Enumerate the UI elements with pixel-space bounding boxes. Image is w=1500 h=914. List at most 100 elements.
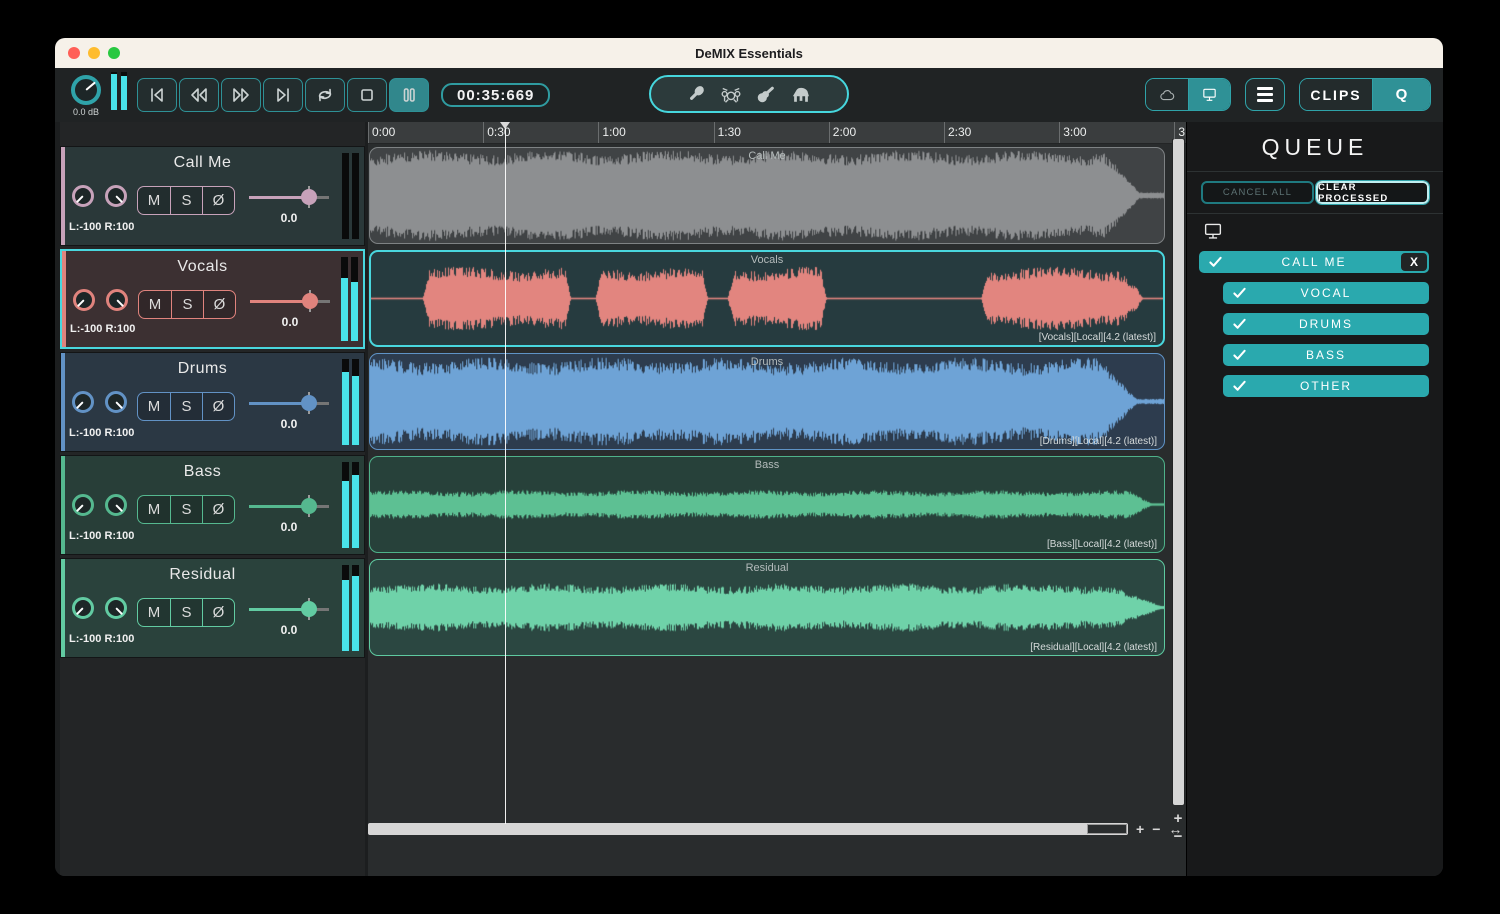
track-header[interactable]: Drums L:-100 R:100 M S Ø 0.0 — [60, 352, 365, 452]
mute-button[interactable]: M — [138, 599, 170, 626]
cloud-icon — [1160, 89, 1175, 100]
waveform-canvas[interactable] — [370, 560, 1164, 655]
queue-stem-row[interactable]: BASS — [1223, 344, 1429, 366]
loop-button[interactable] — [305, 78, 345, 112]
track-header[interactable]: Vocals L:-100 R:100 M S Ø 0.0 — [60, 249, 365, 349]
pan-right-knob[interactable] — [106, 289, 128, 311]
track-header[interactable]: Bass L:-100 R:100 M S Ø 0.0 — [60, 455, 365, 555]
knob-pointer — [85, 81, 96, 91]
skip-start-icon — [151, 88, 163, 102]
audio-clip[interactable]: Drums [Drums][Local][4.2 (latest)] — [369, 353, 1165, 450]
pan-right-knob[interactable] — [105, 391, 127, 413]
mute-button[interactable]: M — [138, 187, 170, 214]
check-icon — [1233, 287, 1246, 298]
clips-tab[interactable]: CLIPS — [1300, 79, 1372, 110]
volume-slider-handle[interactable] — [301, 395, 317, 411]
clip-lane-stack: Call Me Vocals [Vocals][Local][4.2 (late… — [368, 146, 1186, 661]
cancel-all-button[interactable]: CANCEL ALL — [1201, 181, 1314, 204]
track-header[interactable]: Residual L:-100 R:100 M S Ø 0.0 — [60, 558, 365, 658]
volume-slider[interactable] — [249, 392, 329, 414]
pan-left-knob[interactable] — [72, 391, 94, 413]
local-mode-button[interactable] — [1188, 79, 1230, 110]
audio-clip[interactable]: Vocals [Vocals][Local][4.2 (latest)] — [369, 250, 1165, 347]
vertical-scrollbar[interactable] — [1172, 139, 1185, 805]
ruler-tick-label: 3 — [1178, 125, 1186, 139]
volume-slider[interactable] — [250, 290, 330, 312]
close-window-button[interactable] — [68, 47, 80, 59]
pan-right-knob[interactable] — [105, 494, 127, 516]
horizontal-fit-button[interactable]: ↔ — [1168, 821, 1182, 837]
pan-right-knob[interactable] — [105, 185, 127, 207]
solo-button[interactable]: S — [170, 599, 202, 626]
queue-tab[interactable]: Q — [1372, 79, 1430, 110]
pause-button[interactable] — [389, 78, 429, 112]
track-header[interactable]: Call Me L:-100 R:100 M S Ø 0.0 — [60, 146, 365, 246]
fullscreen-window-button[interactable] — [108, 47, 120, 59]
fast-forward-button[interactable] — [221, 78, 261, 112]
volume-slider-handle[interactable] — [301, 601, 317, 617]
ruler-tick-label: 2:00 — [832, 125, 857, 139]
audio-clip[interactable]: Call Me — [369, 147, 1165, 244]
queue-job-name: CALL ME — [1281, 255, 1347, 269]
pan-left-knob[interactable] — [72, 494, 94, 516]
mute-button[interactable]: M — [139, 291, 171, 318]
phase-button[interactable]: Ø — [202, 599, 234, 626]
volume-slider-handle[interactable] — [301, 189, 317, 205]
queue-stem-row[interactable]: DRUMS — [1223, 313, 1429, 335]
ruler-tick-label: 1:00 — [602, 125, 626, 139]
rewind-button[interactable] — [179, 78, 219, 112]
phase-button[interactable]: Ø — [202, 187, 234, 214]
clear-processed-button[interactable]: CLEAR PROCESSED — [1315, 180, 1430, 205]
pan-right-knob[interactable] — [105, 597, 127, 619]
queue-stem-label: DRUMS — [1299, 317, 1353, 331]
menu-button[interactable] — [1245, 78, 1285, 111]
stop-button[interactable] — [347, 78, 387, 112]
waveform-canvas[interactable] — [370, 354, 1164, 449]
solo-button[interactable]: S — [170, 187, 202, 214]
waveform-canvas[interactable] — [370, 148, 1164, 243]
horizontal-zoom-out-button[interactable]: − — [1152, 821, 1160, 837]
pan-left-knob[interactable] — [72, 597, 94, 619]
horizontal-scrollbar[interactable] — [368, 823, 1128, 835]
time-display[interactable]: 00:35:669 — [441, 83, 551, 107]
stem-instruments-button[interactable] — [649, 75, 849, 113]
waveform-canvas[interactable] — [370, 457, 1164, 552]
volume-slider-handle[interactable] — [302, 293, 318, 309]
queue-stem-label: BASS — [1305, 348, 1346, 362]
volume-slider[interactable] — [249, 495, 329, 517]
mute-solo-phase-group: M S Ø — [137, 495, 235, 524]
volume-slider[interactable] — [249, 186, 329, 208]
cloud-mode-button[interactable] — [1146, 79, 1188, 110]
queue-stem-row[interactable]: VOCAL — [1223, 282, 1429, 304]
horizontal-zoom-in-button[interactable]: + — [1136, 821, 1144, 837]
mute-button[interactable]: M — [138, 496, 170, 523]
audio-clip[interactable]: Bass [Bass][Local][4.2 (latest)] — [369, 456, 1165, 553]
source-toggle — [1145, 78, 1231, 111]
remove-job-button[interactable]: X — [1401, 253, 1427, 271]
mute-button[interactable]: M — [138, 393, 170, 420]
solo-button[interactable]: S — [170, 393, 202, 420]
minimize-window-button[interactable] — [88, 47, 100, 59]
solo-button[interactable]: S — [170, 496, 202, 523]
volume-slider-handle[interactable] — [301, 498, 317, 514]
volume-value: 0.0 — [280, 520, 298, 534]
pan-left-knob[interactable] — [72, 185, 94, 207]
phase-button[interactable]: Ø — [203, 291, 235, 318]
skip-end-button[interactable] — [263, 78, 303, 112]
queue-stem-row[interactable]: OTHER — [1223, 375, 1429, 397]
audio-clip[interactable]: Residual [Residual][Local][4.2 (latest)] — [369, 559, 1165, 656]
volume-slider[interactable] — [249, 598, 329, 620]
skip-start-button[interactable] — [137, 78, 177, 112]
phase-button[interactable]: Ø — [202, 496, 234, 523]
queue-job-row[interactable]: CALL ME X — [1199, 251, 1429, 273]
pan-left-knob[interactable] — [73, 289, 95, 311]
clip-title: Vocals — [750, 254, 784, 266]
microphone-icon — [690, 86, 704, 100]
master-gain-knob[interactable] — [71, 75, 101, 105]
clip-title: Drums — [750, 356, 784, 368]
vertical-scrollbar-thumb[interactable] — [1173, 139, 1184, 805]
playhead[interactable] — [500, 122, 511, 824]
solo-button[interactable]: S — [171, 291, 203, 318]
timeline-ruler[interactable]: 0:00 0:30 1:00 1:30 2:00 2:30 3:00 3 — [368, 122, 1186, 144]
phase-button[interactable]: Ø — [202, 393, 234, 420]
